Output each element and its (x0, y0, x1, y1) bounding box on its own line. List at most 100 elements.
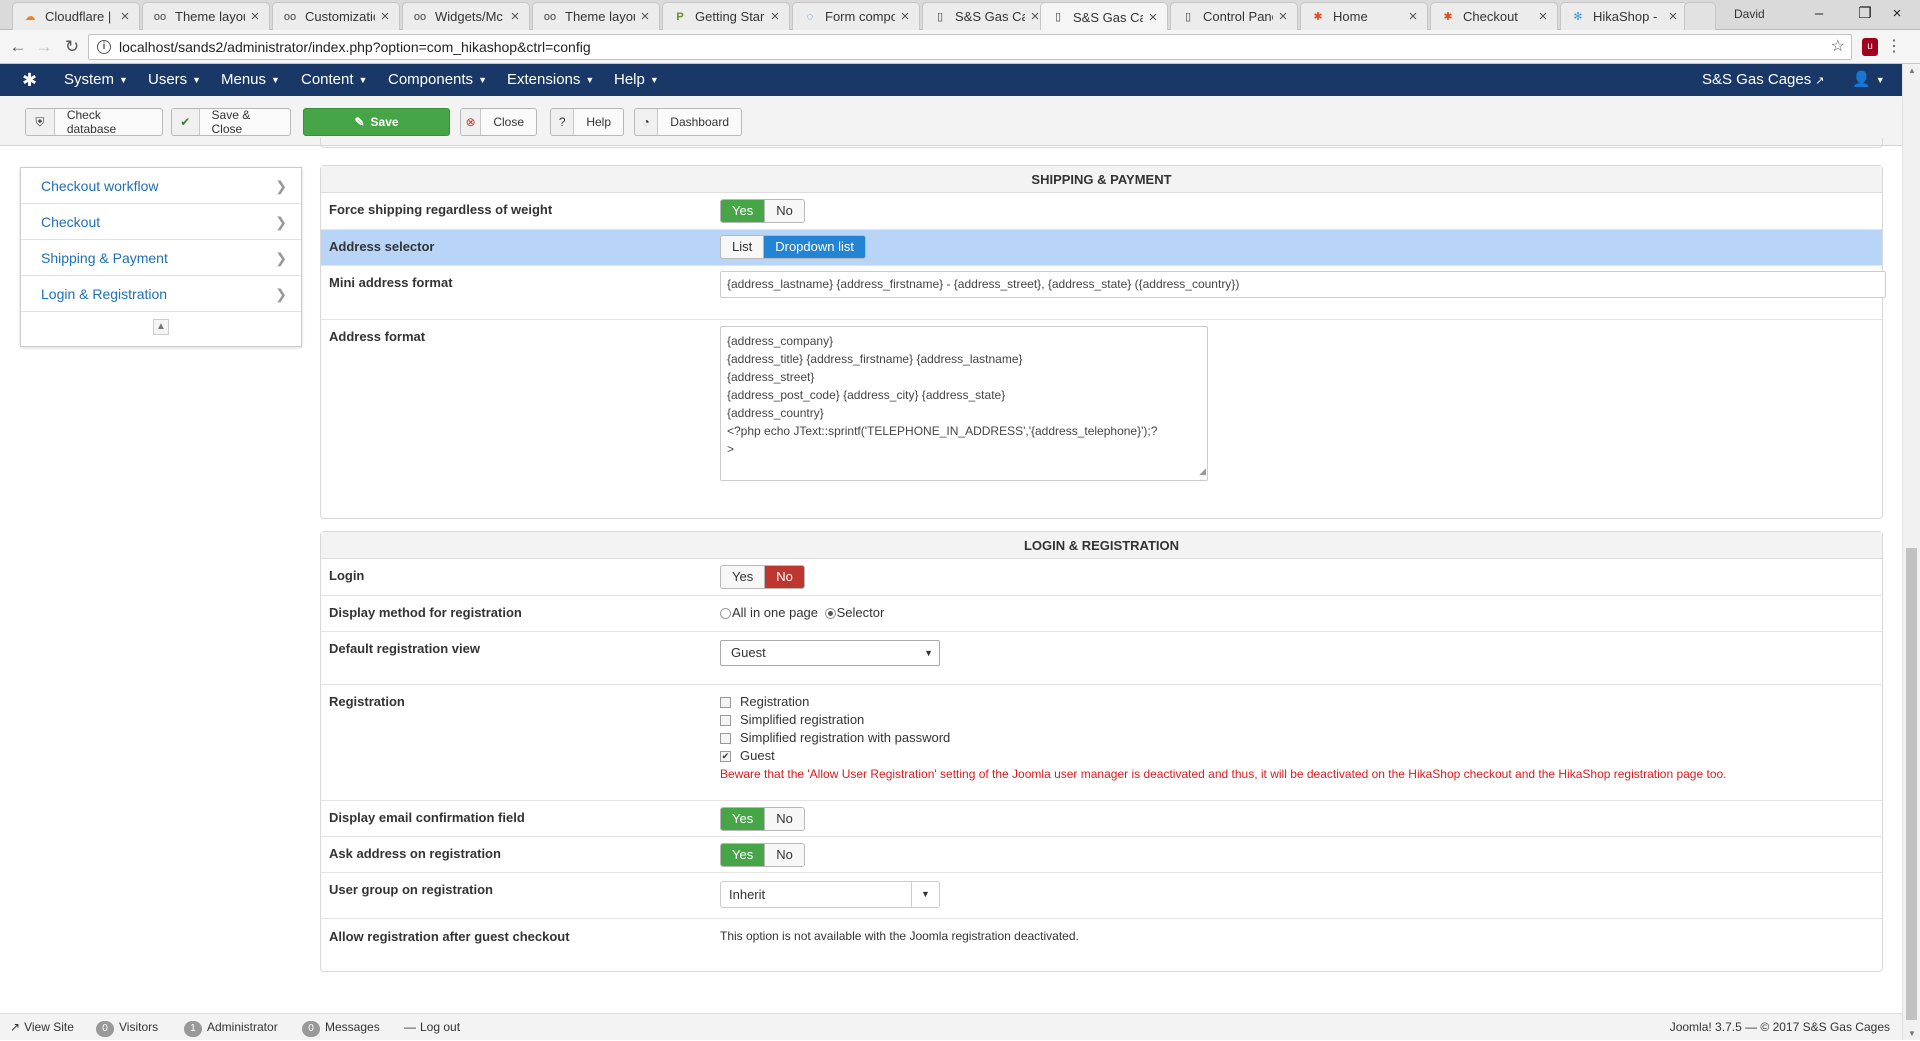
browser-tab[interactable]: ☁ Cloudflare | × (12, 2, 140, 30)
browser-tab-bar: ☁ Cloudflare | × oo Theme layou × oo Customiz… (0, 0, 1920, 31)
help-button[interactable]: ? Help (550, 108, 624, 136)
no-option[interactable]: No (764, 566, 804, 588)
check-database-button[interactable]: ⛨ Check database (25, 108, 163, 136)
browser-tab[interactable]: ▯ Control Pane × (1170, 2, 1298, 30)
menu-extensions[interactable]: Extensions ▼ (507, 64, 594, 96)
menu-dots-icon[interactable]: ⋮ (1886, 36, 1902, 56)
close-tab-icon[interactable]: × (1277, 8, 1289, 25)
address-format-row: Address format {address_company} {addres… (321, 319, 1882, 518)
browser-tab[interactable]: ✻ HikaShop - × (1560, 2, 1688, 30)
logout-link[interactable]: — Log out (404, 1014, 460, 1041)
browser-tab[interactable]: P Getting Star × (662, 2, 790, 30)
p-icon: P (676, 10, 684, 23)
dropdown-list-option[interactable]: Dropdown list (763, 236, 865, 258)
close-tab-icon[interactable]: × (119, 8, 131, 25)
default-registration-view-select[interactable]: Guest ▼ (720, 640, 940, 666)
address-format-textarea[interactable]: {address_company} {address_title} {addre… (720, 326, 1208, 481)
save-button[interactable]: ✎ Save (303, 108, 450, 136)
scroll-down-icon[interactable]: ▼ (1903, 1029, 1920, 1038)
chevron-right-icon: ❯ (275, 286, 287, 302)
mini-address-format-input[interactable]: {address_lastname} {address_firstname} -… (720, 271, 1886, 298)
close-tab-icon[interactable]: × (379, 8, 391, 25)
back-icon[interactable]: ← (6, 35, 30, 59)
view-site-link[interactable]: ↗ View Site (10, 1014, 74, 1041)
sidebar-item-shipping-payment[interactable]: Shipping & Payment ❯ (21, 240, 301, 276)
simplified-password-checkbox-row[interactable]: Simplified registration with password (720, 729, 1727, 747)
close-tab-icon[interactable]: × (509, 8, 521, 25)
yes-option[interactable]: Yes (721, 808, 765, 830)
sidebar-item-checkout-workflow[interactable]: Checkout workflow ❯ (21, 168, 301, 204)
browser-tab[interactable]: ✱ Home × (1300, 2, 1428, 30)
dashboard-button[interactable]: ◔ Dashboard (634, 108, 742, 136)
scroll-up-icon[interactable]: ▲ (1903, 66, 1920, 75)
menu-menus[interactable]: Menus ▼ (221, 64, 280, 96)
scroll-top-icon[interactable]: ▲ (153, 319, 169, 335)
forward-icon[interactable]: → (32, 35, 56, 59)
menu-system[interactable]: System ▼ (64, 64, 128, 96)
checkbox-checked[interactable]: ✔ (720, 751, 731, 763)
scrollbar-thumb[interactable] (1906, 548, 1917, 1020)
close-tab-icon[interactable]: × (1537, 8, 1549, 25)
page-icon: ▯ (1054, 11, 1062, 23)
close-button[interactable]: ⊗ Close (460, 108, 537, 136)
reload-icon[interactable]: ↻ (60, 35, 84, 59)
menu-users[interactable]: Users ▼ (148, 64, 201, 96)
simplified-registration-checkbox-row[interactable]: Simplified registration (720, 711, 1727, 729)
close-window-icon[interactable]: × (1874, 0, 1920, 30)
joomla-logo-icon[interactable]: ✱ (22, 64, 37, 96)
allow-registration-note: This option is not available with the Jo… (720, 929, 1079, 943)
close-tab-icon[interactable]: × (899, 8, 911, 25)
user-menu[interactable]: 👤 ▼ (1852, 64, 1885, 96)
browser-tab[interactable]: oo Theme layou × (532, 2, 660, 30)
browser-tab[interactable]: oo Customizatic × (272, 2, 400, 30)
close-tab-icon[interactable]: × (249, 8, 261, 25)
section-title: LOGIN & REGISTRATION (321, 532, 1882, 559)
minus-icon: — (404, 1020, 416, 1034)
no-option[interactable]: No (764, 844, 804, 866)
browser-tab-active[interactable]: ▯S&S Gas Cag× (1040, 2, 1168, 31)
page-scrollbar[interactable]: ▲ ▼ (1902, 64, 1920, 1040)
bookmark-star-icon[interactable]: ☆ (1831, 35, 1845, 59)
new-tab-button[interactable] (1684, 2, 1716, 30)
save-close-button[interactable]: ✔ Save & Close (171, 108, 291, 136)
checkbox[interactable] (720, 733, 731, 745)
url-bar[interactable]: i localhost/sands2/administrator/index.p… (88, 34, 1852, 60)
resize-grip-icon[interactable]: ◢ (1199, 462, 1206, 480)
checkbox[interactable] (720, 697, 731, 709)
menu-components[interactable]: Components ▼ (388, 64, 487, 96)
yes-option[interactable]: Yes (721, 566, 765, 588)
sidebar-item-checkout[interactable]: Checkout ❯ (21, 204, 301, 240)
close-tab-icon[interactable]: × (769, 8, 781, 25)
browser-tab[interactable]: ▯S&S Gas Cag× (922, 2, 1050, 30)
guest-checkbox-row[interactable]: ✔ Guest (720, 747, 1727, 765)
ublock-icon[interactable]: u (1862, 38, 1878, 56)
list-option[interactable]: List (721, 236, 764, 258)
all-in-one-radio[interactable] (720, 608, 731, 620)
browser-tab[interactable]: oo Theme layou × (142, 2, 270, 30)
visitors-link[interactable]: 0 Visitors (96, 1014, 158, 1041)
close-tab-icon[interactable]: × (1667, 8, 1679, 25)
close-tab-icon[interactable]: × (1407, 8, 1419, 25)
profile-name[interactable]: David (1734, 7, 1765, 21)
minimize-icon[interactable]: – (1796, 0, 1842, 30)
browser-tab[interactable]: ✱ Checkout × (1430, 2, 1558, 30)
checkbox[interactable] (720, 715, 731, 727)
site-link[interactable]: S&S Gas Cages ↗ (1702, 64, 1824, 96)
yes-option[interactable]: Yes (721, 200, 765, 222)
menu-content[interactable]: Content ▼ (301, 64, 367, 96)
browser-tab[interactable]: ◌ Form compo × (792, 2, 920, 30)
sidebar-item-login-registration[interactable]: Login & Registration ❯ (21, 276, 301, 312)
user-group-select[interactable]: Inherit ▼ (720, 881, 940, 908)
yes-option[interactable]: Yes (721, 844, 765, 866)
no-option[interactable]: No (764, 808, 804, 830)
browser-tab[interactable]: oo Widgets/Mc × (402, 2, 530, 30)
no-option[interactable]: No (764, 200, 804, 222)
close-tab-icon[interactable]: × (639, 8, 651, 25)
administrator-link[interactable]: 1 Administrator (184, 1014, 278, 1041)
registration-checkbox-row[interactable]: Registration (720, 693, 1727, 711)
selector-radio[interactable] (824, 608, 836, 620)
menu-help[interactable]: Help ▼ (614, 64, 659, 96)
close-tab-icon[interactable]: × (1147, 9, 1159, 26)
messages-link[interactable]: 0 Messages (302, 1014, 380, 1041)
info-icon[interactable]: i (97, 40, 111, 54)
